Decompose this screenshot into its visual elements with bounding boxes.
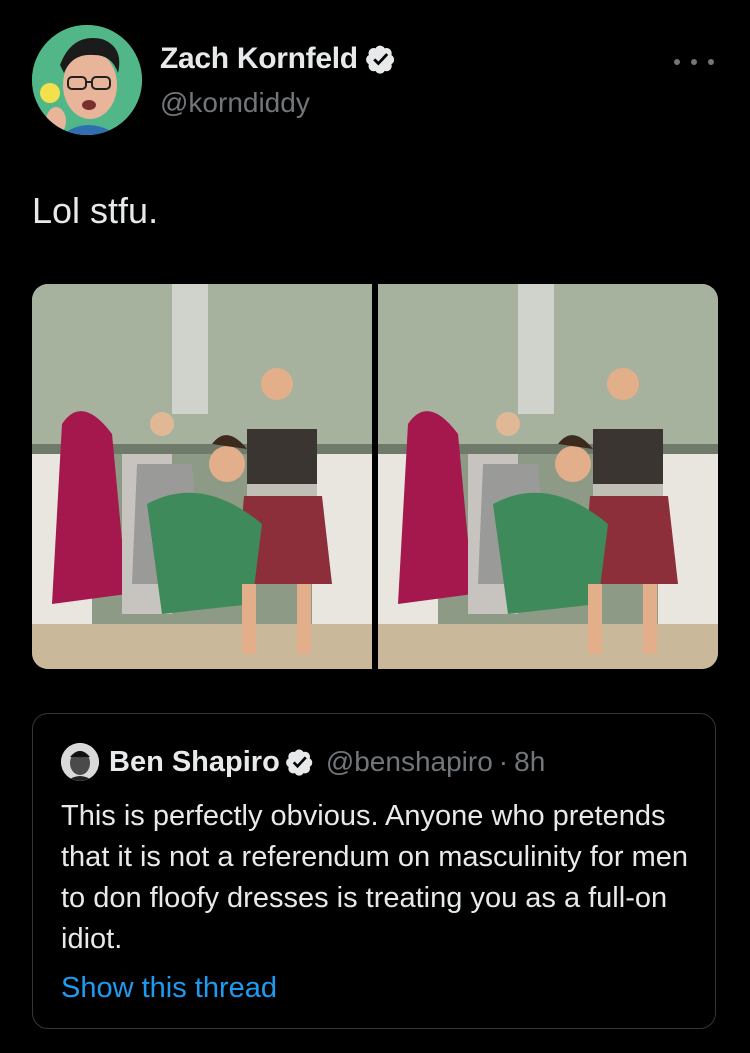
- quoted-author-name[interactable]: Ben Shapiro: [109, 746, 280, 779]
- verified-badge-icon: [285, 749, 313, 776]
- more-options-icon[interactable]: [674, 57, 714, 67]
- verified-badge-icon: [365, 45, 394, 74]
- author-name[interactable]: Zach Kornfeld: [160, 42, 358, 76]
- quoted-tweet-time[interactable]: 8h: [514, 746, 545, 778]
- author-avatar[interactable]: [32, 25, 142, 135]
- quoted-tweet[interactable]: Ben Shapiro @benshapiro · 8h This is per…: [32, 713, 716, 1029]
- author-name-row[interactable]: Zach Kornfeld: [160, 42, 396, 76]
- quoted-tweet-header: Ben Shapiro @benshapiro · 8h: [61, 742, 545, 782]
- separator: ·: [498, 746, 509, 777]
- media-grid: [32, 284, 718, 669]
- quoted-author-avatar[interactable]: [61, 743, 99, 781]
- tweet-header: Zach Kornfeld @korndiddy: [32, 25, 722, 135]
- quoted-author-handle[interactable]: @benshapiro: [326, 746, 493, 778]
- show-thread-link[interactable]: Show this thread: [61, 972, 277, 1005]
- media-photo-1[interactable]: [32, 284, 372, 669]
- media-photo-2[interactable]: [378, 284, 718, 669]
- quoted-tweet-text: This is perfectly obvious. Anyone who pr…: [61, 800, 689, 955]
- author-handle[interactable]: @korndiddy: [160, 87, 310, 119]
- tweet-text: Lol stfu.: [32, 190, 159, 231]
